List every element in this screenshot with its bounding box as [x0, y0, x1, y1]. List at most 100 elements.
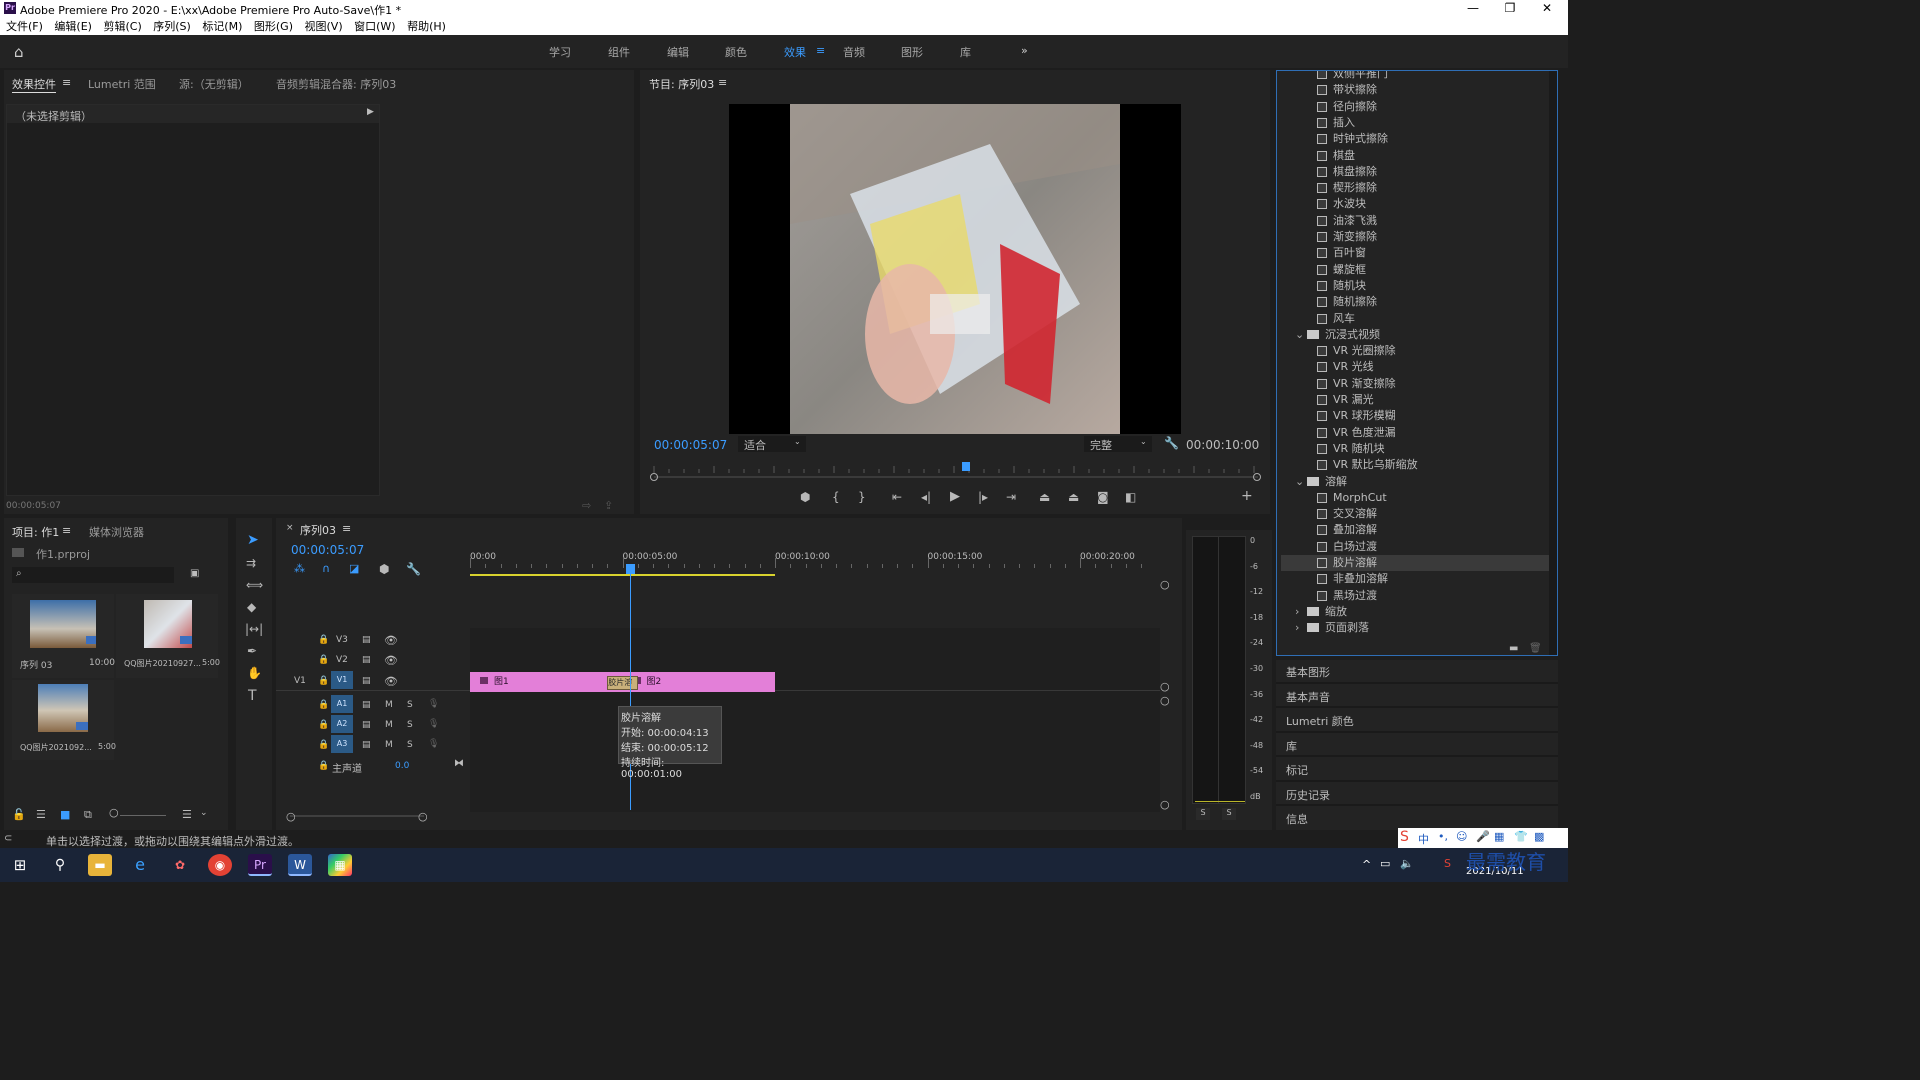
- ripple-edit-tool-icon[interactable]: ⟺: [246, 578, 263, 592]
- ime-tools-icon[interactable]: ▩: [1534, 830, 1544, 843]
- slip-tool-icon[interactable]: |↔|: [245, 622, 263, 636]
- track-area[interactable]: [470, 628, 1160, 812]
- lock-icon[interactable]: 🔓: [12, 808, 26, 821]
- add-button-icon[interactable]: +: [1241, 488, 1253, 504]
- solo-left-button[interactable]: S: [1196, 808, 1210, 820]
- transition-block[interactable]: 胶片溶: [607, 676, 638, 690]
- app-tiles-icon[interactable]: ▦: [328, 854, 352, 876]
- video-clip[interactable]: 图2: [622, 672, 775, 692]
- panel-history[interactable]: 历史记录: [1286, 787, 1330, 803]
- scroll-handle[interactable]: ○: [286, 810, 296, 823]
- workspace-assembly[interactable]: 组件: [608, 44, 630, 60]
- scroll-handle[interactable]: ○: [1160, 578, 1170, 591]
- lock-icon[interactable]: 🔒: [318, 740, 329, 750]
- track-target-a3[interactable]: A3: [331, 735, 353, 753]
- lock-icon[interactable]: 🔒: [318, 761, 329, 771]
- video-clip[interactable]: 图1: [470, 672, 623, 692]
- windows-start-icon[interactable]: ⊞: [8, 854, 32, 876]
- step-forward-icon[interactable]: |▸: [978, 490, 988, 504]
- menu-help[interactable]: 帮助(H): [407, 18, 446, 35]
- track-select-tool-icon[interactable]: ⇉: [246, 556, 256, 570]
- project-search-input[interactable]: ⌕: [12, 567, 174, 583]
- sogou-icon[interactable]: S: [1400, 829, 1409, 845]
- effects-scrollbar[interactable]: [1549, 71, 1557, 655]
- ime-punct-icon[interactable]: •,: [1438, 830, 1448, 843]
- playhead-timecode[interactable]: 00:00:05:07: [654, 438, 727, 452]
- timeline-settings-icon[interactable]: 🔧: [406, 562, 421, 576]
- eye-icon[interactable]: 👁: [384, 675, 398, 688]
- zoom-slider-handle[interactable]: ○: [109, 806, 119, 819]
- sync-lock-icon[interactable]: ▤: [362, 676, 371, 686]
- comparison-view-icon[interactable]: ◧: [1125, 490, 1136, 504]
- mic-icon[interactable]: 🎙: [428, 699, 439, 709]
- project-item[interactable]: QQ图片20210927... 5:00: [116, 594, 220, 678]
- eye-icon[interactable]: 👁: [384, 654, 398, 667]
- menu-graphics[interactable]: 图形(G): [254, 18, 293, 35]
- chrome-icon[interactable]: ◉: [208, 854, 232, 876]
- search-icon[interactable]: ⚲: [48, 854, 72, 876]
- mark-in-icon[interactable]: {: [832, 490, 840, 504]
- close-icon[interactable]: ✕: [1532, 1, 1562, 15]
- export-icon[interactable]: ⇪: [604, 499, 613, 512]
- ime-lang[interactable]: 中: [1418, 831, 1429, 847]
- lock-icon[interactable]: 🔒: [318, 700, 329, 710]
- tab-media-browser[interactable]: 媒体浏览器: [89, 524, 144, 540]
- nest-icon[interactable]: ⁂: [294, 562, 305, 575]
- panel-info[interactable]: 信息: [1286, 811, 1308, 827]
- go-to-in-icon[interactable]: ⇤: [892, 490, 902, 504]
- wrench-icon[interactable]: 🔧: [1164, 436, 1179, 450]
- monitor-zoom-bar[interactable]: [654, 476, 1258, 478]
- solo-button[interactable]: S: [407, 720, 413, 730]
- selection-tool-icon[interactable]: ➤: [247, 532, 259, 548]
- file-explorer-icon[interactable]: ▬: [88, 854, 112, 876]
- linked-selection-icon[interactable]: ◪: [349, 562, 359, 575]
- freeform-view-icon[interactable]: ⧉: [84, 808, 92, 822]
- timeline-ruler[interactable]: 00:00 00:00:05:00 00:00:10:00 00:00:15:00 00…: [470, 550, 1160, 576]
- zoom-slider[interactable]: [120, 815, 166, 816]
- menu-view[interactable]: 视图(V): [305, 18, 343, 35]
- network-icon[interactable]: ▭: [1380, 857, 1390, 870]
- workspace-graphics[interactable]: 图形: [901, 44, 923, 60]
- timeline-timecode[interactable]: 00:00:05:07: [291, 543, 364, 557]
- camera-icon[interactable]: ◙: [1097, 490, 1109, 504]
- project-item[interactable]: 序列 03 10:00: [12, 594, 115, 678]
- home-icon[interactable]: ⌂: [14, 43, 32, 61]
- ime-emoji-icon[interactable]: ☺: [1456, 830, 1467, 843]
- pen-tool-icon[interactable]: ✒: [247, 644, 257, 658]
- sync-lock-icon[interactable]: ▤: [362, 635, 371, 645]
- timeline-playhead[interactable]: [625, 564, 635, 574]
- filter-icon[interactable]: ⇨: [582, 499, 591, 512]
- menu-clip[interactable]: 剪辑(C): [103, 18, 141, 35]
- zoom-select[interactable]: 适合 ⌄: [738, 436, 806, 452]
- track-target-v1[interactable]: V1: [331, 671, 353, 689]
- tab-lumetri-scopes[interactable]: Lumetri 范围: [88, 76, 156, 92]
- play-icon[interactable]: ▶: [950, 489, 960, 504]
- chevron-down-icon[interactable]: ⌄: [1295, 327, 1304, 343]
- solo-right-button[interactable]: S: [1222, 808, 1236, 820]
- sync-lock-icon[interactable]: ▤: [362, 655, 371, 665]
- master-volume-value[interactable]: 0.0: [395, 761, 409, 771]
- track-target-a1[interactable]: A1: [331, 695, 353, 713]
- type-tool-icon[interactable]: T: [248, 688, 257, 704]
- workspace-libraries[interactable]: 库: [960, 44, 971, 60]
- hand-tool-icon[interactable]: ✋: [247, 666, 262, 680]
- razor-tool-icon[interactable]: ◆: [247, 600, 256, 614]
- sort-icon[interactable]: ☰: [182, 808, 192, 821]
- scroll-handle[interactable]: ○: [1160, 680, 1170, 693]
- go-to-out-icon[interactable]: ⇥: [1006, 490, 1016, 504]
- menu-edit[interactable]: 编辑(E): [54, 18, 92, 35]
- minimize-icon[interactable]: —: [1458, 1, 1488, 15]
- project-item[interactable]: QQ图片2021092... 5:00: [12, 680, 116, 760]
- menu-sequence[interactable]: 序列(S): [153, 18, 191, 35]
- chevron-down-icon[interactable]: ⌄: [1295, 474, 1304, 490]
- ime-voice-icon[interactable]: 🎤: [1476, 830, 1490, 843]
- mute-button[interactable]: M: [385, 720, 393, 730]
- scroll-handle[interactable]: ○: [1160, 798, 1170, 811]
- track-target-a2[interactable]: A2: [331, 715, 353, 733]
- list-view-icon[interactable]: ☰: [36, 808, 46, 821]
- tab-program-monitor[interactable]: 节目: 序列03: [649, 76, 714, 92]
- tab-source[interactable]: 源:（无剪辑）: [179, 76, 249, 92]
- mic-icon[interactable]: 🎙: [428, 719, 439, 729]
- monitor-menu-icon[interactable]: ≡: [718, 76, 727, 89]
- tab-audio-clip-mixer[interactable]: 音频剪辑混合器: 序列03: [276, 76, 396, 92]
